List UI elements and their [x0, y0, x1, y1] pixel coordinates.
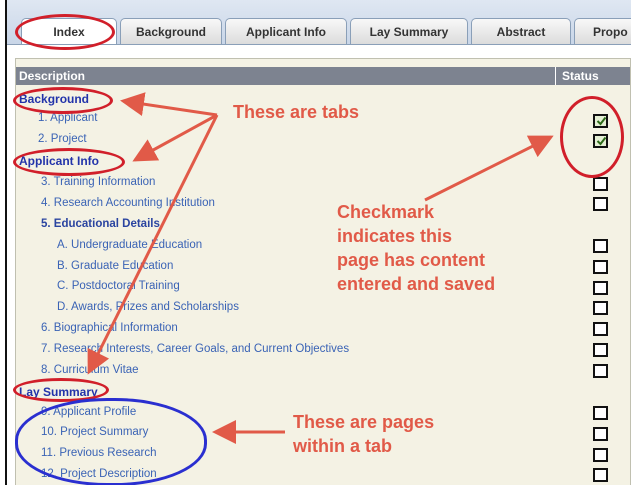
status-checkbox	[593, 406, 608, 420]
pages-annotation-line: These are pages	[293, 412, 435, 432]
tabs-annotation: These are tabs	[233, 102, 360, 122]
status-checkbox	[593, 177, 608, 191]
status-checkbox	[593, 468, 608, 482]
applicant-info-highlight	[13, 148, 125, 176]
checkmark-annotation-line: indicates this	[337, 226, 453, 246]
tab-applicant-info[interactable]: Applicant Info	[225, 18, 347, 44]
list-item[interactable]: 4. Research Accounting Institution	[41, 197, 215, 214]
pages-highlight	[15, 398, 207, 485]
tab-background[interactable]: Background	[120, 18, 222, 44]
checkmark-annotation-line: page has content	[337, 250, 486, 270]
list-item[interactable]: 6. Biographical Information	[41, 322, 178, 339]
list-item[interactable]: 1. Applicant	[38, 112, 97, 129]
status-checkbox	[593, 322, 608, 336]
list-item[interactable]: 3. Training Information	[41, 176, 155, 193]
checkmark-annotation: Checkmark indicates this page has conten…	[337, 200, 495, 296]
index-tab-highlight	[15, 14, 115, 50]
table-header: Description Status	[16, 67, 630, 85]
status-column-header: Status	[562, 69, 599, 83]
list-item[interactable]: 7. Research Interests, Career Goals, and…	[41, 343, 349, 360]
list-item[interactable]: B. Graduate Education	[57, 260, 173, 277]
column-divider	[555, 67, 556, 85]
status-checkbox	[593, 281, 608, 295]
status-checkbox	[593, 448, 608, 462]
status-checkbox	[593, 301, 608, 315]
status-checkbox	[593, 364, 608, 378]
status-checkbox	[593, 239, 608, 253]
checkmark-annotation-line: Checkmark	[337, 202, 435, 222]
status-checkbox	[593, 427, 608, 441]
background-highlight	[13, 87, 113, 114]
pages-annotation: These are pages within a tab	[293, 410, 434, 458]
list-item[interactable]: D. Awards, Prizes and Scholarships	[57, 301, 239, 318]
checkmark-annotation-line: entered and saved	[337, 274, 496, 294]
tab-lay-summary[interactable]: Lay Summary	[350, 18, 468, 44]
status-checkbox	[593, 260, 608, 274]
tab-proposal[interactable]: Propo	[574, 18, 631, 44]
description-column-header: Description	[19, 69, 86, 83]
pages-annotation-line: within a tab	[293, 436, 392, 456]
status-checkbox	[593, 343, 608, 357]
list-item[interactable]: 5. Educational Details	[41, 218, 160, 235]
tab-abstract[interactable]: Abstract	[471, 18, 571, 44]
list-item[interactable]: A. Undergraduate Education	[57, 239, 202, 256]
list-item[interactable]: C. Postdoctoral Training	[57, 280, 180, 297]
application-window: Index Background Applicant Info Lay Summ…	[5, 0, 631, 485]
checked-status-highlight	[560, 96, 624, 178]
status-checkbox	[593, 197, 608, 211]
